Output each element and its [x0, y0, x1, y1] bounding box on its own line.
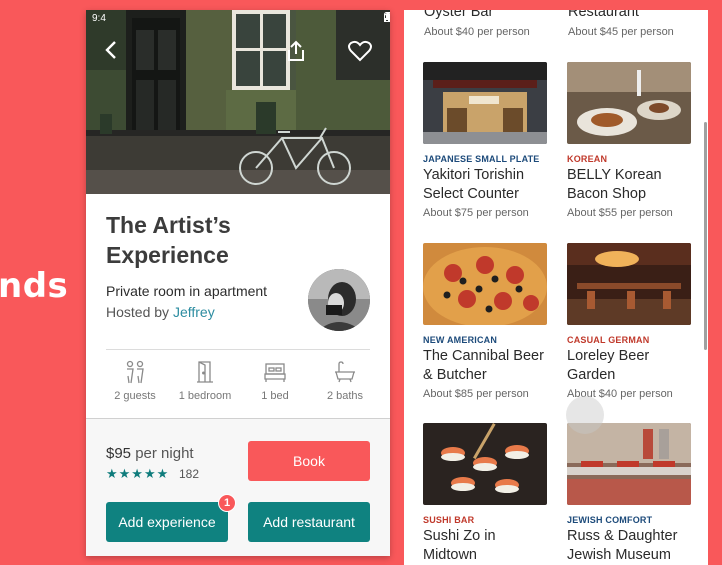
- host-line: Hosted by Jeffrey: [106, 304, 215, 320]
- add-restaurant-button[interactable]: Add restaurant: [248, 502, 370, 542]
- restaurant-name: Sushi Zo in Midtown: [423, 528, 496, 563]
- restaurant-category: NEW AMERICAN: [423, 335, 498, 345]
- restaurant-name[interactable]: Oyster Bar: [424, 10, 493, 20]
- restaurant-name: BELLY Korean Bacon Shop: [567, 167, 662, 202]
- share-button[interactable]: [286, 40, 310, 64]
- restaurant-card[interactable]: JAPANESE SMALL PLATE Yakitori Torishin S…: [423, 62, 549, 219]
- listing-detail-screen: 9:4 The Artist’s Experience Private room…: [86, 10, 390, 556]
- house-facade-image: [86, 10, 390, 194]
- amenities-row: 2 guests 1 bedroom 1 bed 2 baths: [100, 360, 380, 402]
- restaurant-name: Yakitori Torishin Select Counter: [423, 167, 525, 202]
- beer-hall-photo: [567, 243, 691, 325]
- amenity-bed: 1 bed: [240, 360, 310, 402]
- restaurant-category: CASUAL GERMAN: [567, 335, 650, 345]
- nightly-price: $95 per night: [106, 445, 194, 462]
- restaurant-photo: [423, 62, 547, 144]
- amenity-bedroom-label: 1 bedroom: [178, 390, 232, 402]
- background-partial-text: nds: [0, 266, 69, 306]
- status-time: 9:4: [92, 13, 106, 24]
- restaurant-photo: [423, 423, 547, 505]
- restaurant-name: Russ & Daughter Jewish Museum: [567, 528, 678, 563]
- host-avatar[interactable]: [308, 269, 370, 331]
- restaurant-card[interactable]: CASUAL GERMAN Loreley Beer Garden About …: [567, 243, 693, 400]
- add-experience-button[interactable]: Add experience: [106, 502, 228, 542]
- restaurant-card[interactable]: NEW AMERICAN The Cannibal Beer & Butcher…: [423, 243, 549, 400]
- restaurant-category: KOREAN: [567, 154, 608, 164]
- favorite-button[interactable]: [348, 40, 372, 64]
- restaurant-price: About $75 per person: [423, 207, 529, 219]
- restaurant-price: About $40 per person: [424, 26, 530, 38]
- amenity-guests: 2 guests: [100, 360, 170, 402]
- host-photo: [308, 269, 370, 331]
- amenity-baths: 2 baths: [310, 360, 380, 402]
- restaurant-category: JAPANESE SMALL PLATE: [423, 154, 540, 164]
- restaurant-list-screen: Oyster Bar About $40 per person Restaura…: [404, 10, 708, 565]
- pizza-photo: [423, 243, 547, 325]
- listing-title: The Artist’s Experience: [106, 212, 231, 268]
- restaurant-name: Loreley Beer Garden: [567, 348, 650, 383]
- book-button[interactable]: Book: [248, 441, 370, 481]
- restaurant-name: The Cannibal Beer & Butcher: [423, 348, 544, 383]
- battery-icon: [384, 12, 390, 22]
- restaurant-price: About $45 per person: [568, 26, 674, 38]
- price-unit: per night: [131, 445, 194, 462]
- hosted-by-label: Hosted by: [106, 304, 173, 320]
- chevron-left-icon: [105, 41, 116, 59]
- heart-icon: [348, 40, 372, 62]
- restaurant-price: About $55 per person: [567, 207, 673, 219]
- hero-photo: 9:4: [86, 10, 390, 194]
- amenity-bedroom: 1 bedroom: [170, 360, 240, 402]
- host-name-link[interactable]: Jeffrey: [173, 304, 215, 320]
- touch-indicator: [566, 396, 604, 434]
- back-button[interactable]: [104, 40, 128, 64]
- sushi-photo: [423, 423, 547, 505]
- share-icon: [288, 40, 304, 61]
- review-count: 182: [179, 467, 200, 481]
- rating-stars: ★★★★★: [106, 466, 170, 481]
- restaurant-name[interactable]: Restaurant: [568, 10, 639, 20]
- restaurant-card[interactable]: SUSHI BAR Sushi Zo in Midtown: [423, 423, 549, 565]
- restaurant-card[interactable]: KOREAN BELLY Korean Bacon Shop About $55…: [567, 62, 693, 219]
- booking-panel: $95 per night ★★★★★ 182 Book Add experie…: [86, 418, 390, 556]
- restaurant-photo: [423, 243, 547, 325]
- amenity-guests-label: 2 guests: [114, 390, 156, 402]
- restaurant-price: About $85 per person: [423, 388, 529, 400]
- door-icon: [197, 361, 213, 383]
- restaurant-category: SUSHI BAR: [423, 515, 475, 525]
- restaurant-category: JEWISH COMFORT: [567, 515, 653, 525]
- divider: [106, 349, 370, 350]
- price-amount: $95: [106, 445, 132, 462]
- restaurant-photo: [567, 62, 691, 144]
- restaurant-photo: [567, 243, 691, 325]
- guests-icon: [126, 360, 144, 384]
- experience-count-badge: 1: [218, 494, 236, 512]
- scrollbar[interactable]: [704, 122, 707, 350]
- room-type: Private room in apartment: [106, 283, 268, 299]
- storefront-photo: [423, 62, 547, 144]
- deli-counter-photo: [567, 423, 691, 505]
- plated-dish-photo: [567, 62, 691, 144]
- amenity-baths-label: 2 baths: [326, 390, 364, 402]
- amenity-bed-label: 1 bed: [261, 390, 289, 402]
- restaurant-photo: [567, 423, 691, 505]
- restaurant-card[interactable]: JEWISH COMFORT Russ & Daughter Jewish Mu…: [567, 423, 693, 565]
- bathtub-icon: [335, 361, 355, 383]
- bed-icon: [264, 363, 286, 382]
